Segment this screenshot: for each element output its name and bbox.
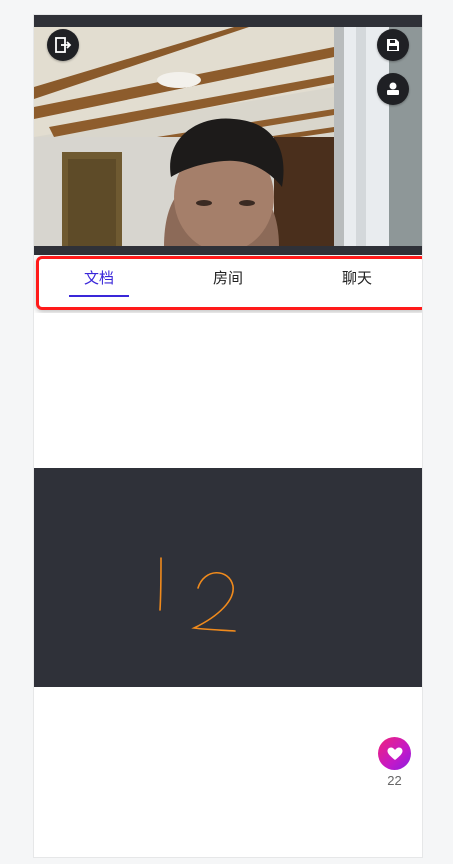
video-top-bar [34, 15, 422, 27]
tab-room[interactable]: 房间 [188, 267, 268, 288]
user-button[interactable] [377, 73, 409, 105]
tab-chat-label: 聊天 [341, 269, 372, 287]
app-container: 文档 房间 聊天 22 [33, 14, 423, 858]
camera-frame [34, 27, 422, 247]
like-count: 22 [387, 773, 402, 788]
tab-document-label: 文档 [83, 269, 114, 287]
save-button[interactable] [377, 29, 409, 61]
video-bottom-bar [34, 246, 422, 255]
user-icon [387, 82, 399, 95]
exit-icon [55, 37, 72, 53]
document-blank-area [34, 313, 422, 468]
tab-bar: 文档 房间 聊天 [36, 256, 422, 310]
tab-chat[interactable]: 聊天 [317, 267, 397, 288]
heart-icon [387, 747, 402, 760]
whiteboard-canvas[interactable] [34, 468, 422, 687]
camera-video-feed [34, 27, 422, 247]
whiteboard-drawing [159, 557, 236, 632]
tab-room-label: 房间 [212, 269, 243, 287]
save-icon [387, 39, 399, 51]
like-button[interactable] [378, 737, 411, 770]
tab-active-indicator [69, 295, 129, 297]
exit-button[interactable] [47, 29, 79, 61]
tab-document[interactable]: 文档 [59, 267, 139, 288]
